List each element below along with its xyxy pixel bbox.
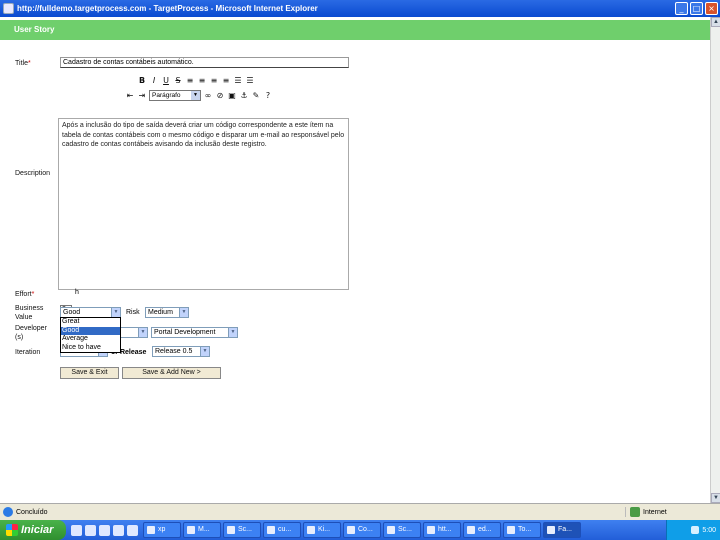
system-tray: 5:00 xyxy=(666,520,720,540)
chevron-down-icon: ▼ xyxy=(138,328,147,337)
quick-launch-icon[interactable] xyxy=(113,524,124,536)
taskbar-item[interactable]: cu... xyxy=(263,522,301,538)
close-button[interactable]: × xyxy=(705,2,718,15)
effort-label: Effort* xyxy=(15,290,34,299)
scroll-up-icon[interactable]: ▲ xyxy=(711,17,720,27)
help-icon[interactable]: ? xyxy=(263,91,273,101)
release-select[interactable]: Release 0.5 ▼ xyxy=(152,346,210,357)
maximize-button[interactable]: □ xyxy=(690,2,703,15)
ordered-list-icon[interactable]: ☰ xyxy=(233,76,243,86)
indent-icon[interactable]: ⇥ xyxy=(137,91,147,101)
risk-selected: Medium xyxy=(148,309,173,316)
page-content: User Story Title* Cadastro de contas con… xyxy=(0,17,710,503)
quick-launch-icon[interactable] xyxy=(127,524,138,536)
chevron-down-icon: ▼ xyxy=(179,308,188,317)
taskbar-item[interactable]: ed... xyxy=(463,522,501,538)
underline-button[interactable]: U xyxy=(161,76,171,86)
justify-icon[interactable]: ≡ xyxy=(221,76,231,86)
taskbar-item[interactable]: Co... xyxy=(343,522,381,538)
taskbar-item[interactable]: Ki... xyxy=(303,522,341,538)
internet-zone-icon xyxy=(630,507,640,517)
editor-toolbar: B I U S ≡ ≡ ≡ ≡ ☰ ☰ ⇤ ⇥ Parágrafo ▼ ∞ ⊘ … xyxy=(125,74,285,104)
window-title: http://fulldemo.targetprocess.com - Targ… xyxy=(17,4,318,13)
required-mark: * xyxy=(27,60,31,67)
align-center-icon[interactable]: ≡ xyxy=(197,76,207,86)
page-header: User Story xyxy=(0,20,710,40)
windows-logo-icon xyxy=(6,524,18,536)
dropdown-option[interactable]: Nice to have xyxy=(61,344,120,353)
title-label-text: Title xyxy=(15,60,28,67)
developer-label: Developer (s) xyxy=(15,325,47,341)
business-value-dropdown-list: Great Good Average Nice to have xyxy=(60,317,121,353)
required-mark: * xyxy=(31,291,35,298)
chevron-down-icon: ▼ xyxy=(191,91,200,100)
title-label: Title* xyxy=(15,59,31,68)
quick-launch-icon[interactable] xyxy=(99,524,110,536)
paragraph-format-value: Parágrafo xyxy=(152,92,181,99)
image-icon[interactable]: ▣ xyxy=(227,91,237,101)
start-button[interactable]: Iniciar xyxy=(0,520,66,540)
developer-role-selected: Portal Development xyxy=(154,329,216,336)
quick-launch-icon[interactable] xyxy=(71,524,82,536)
effort-unit: h xyxy=(75,289,79,296)
vertical-scrollbar[interactable]: ▲ ▼ xyxy=(710,17,720,503)
quick-launch-icon[interactable] xyxy=(85,524,96,536)
effort-label-text: Effort xyxy=(15,291,32,298)
developer-role-select[interactable]: Portal Development ▼ xyxy=(151,327,238,338)
chevron-down-icon: ▼ xyxy=(200,347,209,356)
release-selected: Release 0.5 xyxy=(155,348,193,355)
status-text: Concluído xyxy=(16,508,48,516)
quick-launch xyxy=(66,524,143,536)
taskbar-item[interactable]: To... xyxy=(503,522,541,538)
edit-icon[interactable]: ✎ xyxy=(251,91,261,101)
description-editor[interactable]: Após a inclusão do tipo de saída deverá … xyxy=(58,118,349,290)
business-value-label: Business Value xyxy=(15,305,44,321)
start-label: Iniciar xyxy=(21,524,54,536)
paragraph-format-select[interactable]: Parágrafo ▼ xyxy=(149,90,201,101)
taskbar-item-active[interactable]: Fa... xyxy=(543,522,581,538)
description-label: Description xyxy=(15,170,51,177)
business-value-selected: Good xyxy=(63,309,81,316)
status-left: Concluído xyxy=(0,507,625,517)
chevron-down-icon: ▼ xyxy=(228,328,237,337)
title-input[interactable]: Cadastro de contas contábeis automático. xyxy=(60,57,349,68)
unordered-list-icon[interactable]: ☰ xyxy=(245,76,255,86)
dropdown-option[interactable]: Great xyxy=(61,318,120,327)
minimize-button[interactable]: _ xyxy=(675,2,688,15)
dropdown-option[interactable]: Average xyxy=(61,335,120,344)
scroll-down-icon[interactable]: ▼ xyxy=(711,493,720,503)
status-bar: Concluído Internet xyxy=(0,503,720,520)
tray-icon[interactable] xyxy=(691,526,700,534)
ie-icon xyxy=(3,3,14,14)
align-right-icon[interactable]: ≡ xyxy=(209,76,219,86)
italic-button[interactable]: I xyxy=(149,76,159,86)
page-done-icon xyxy=(3,507,13,517)
align-left-icon[interactable]: ≡ xyxy=(185,76,195,86)
taskbar-item[interactable]: xp xyxy=(143,522,181,538)
bold-button[interactable]: B xyxy=(137,76,147,86)
security-zone: Internet xyxy=(625,507,720,517)
taskbar-item[interactable]: Sc... xyxy=(223,522,261,538)
dropdown-option-selected[interactable]: Good xyxy=(61,326,120,335)
risk-label: Risk xyxy=(126,309,140,316)
anchor-icon[interactable]: ⚓ xyxy=(239,91,249,101)
clock: 5:00 xyxy=(702,526,716,534)
iteration-label: Iteration xyxy=(15,349,41,356)
window-titlebar: http://fulldemo.targetprocess.com - Targ… xyxy=(0,0,720,17)
taskbar-item[interactable]: htt... xyxy=(423,522,461,538)
link-icon[interactable]: ∞ xyxy=(203,91,213,101)
save-add-new-button[interactable]: Save & Add New > xyxy=(122,367,221,379)
chevron-down-icon: ▼ xyxy=(111,308,120,317)
zone-text: Internet xyxy=(643,508,667,516)
unlink-icon[interactable]: ⊘ xyxy=(215,91,225,101)
taskbar-item[interactable]: Sc... xyxy=(383,522,421,538)
risk-select[interactable]: Medium ▼ xyxy=(145,307,189,318)
taskbar-item[interactable]: M... xyxy=(183,522,221,538)
save-exit-button[interactable]: Save & Exit xyxy=(60,367,119,379)
strikethrough-button[interactable]: S xyxy=(173,76,183,86)
outdent-icon[interactable]: ⇤ xyxy=(125,91,135,101)
taskbar: Iniciar xp M... Sc... cu... Ki... Co... … xyxy=(0,520,720,540)
